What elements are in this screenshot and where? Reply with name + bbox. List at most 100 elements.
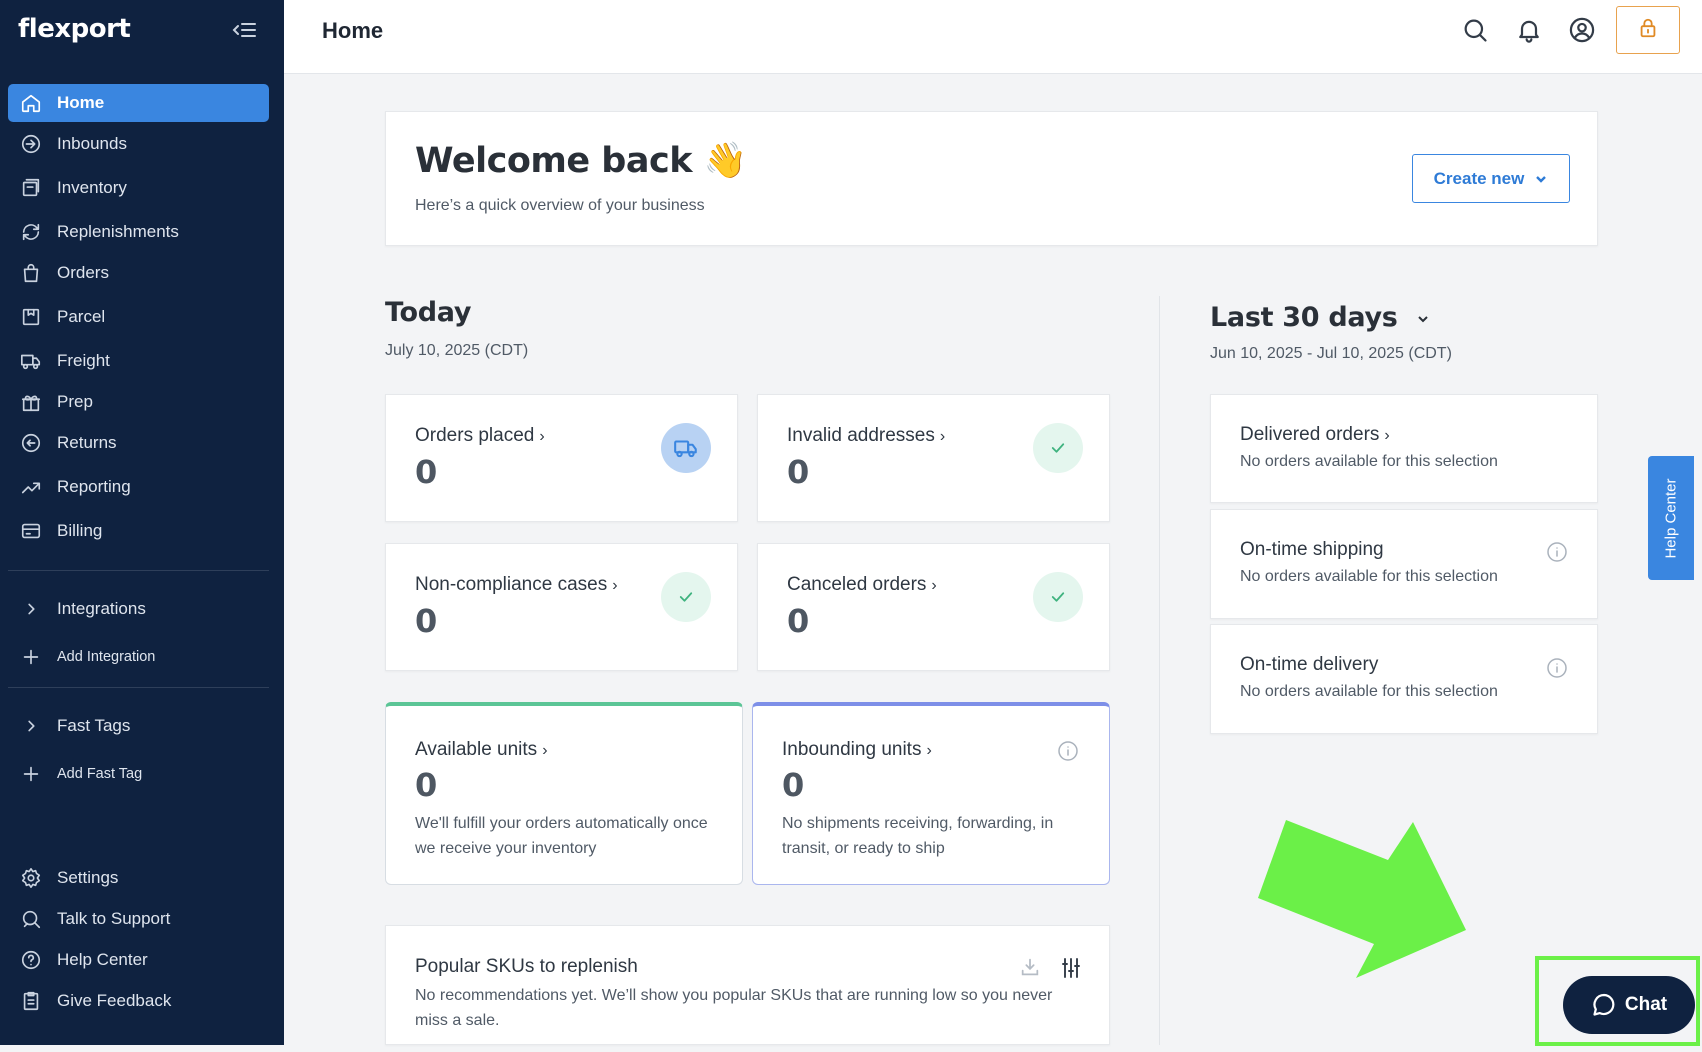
non-compliance-card[interactable]: Non-compliance cases › 0: [385, 543, 738, 671]
chat-label: Chat: [1624, 994, 1668, 1015]
stat-value: 0: [415, 602, 438, 640]
sidebar-item-label: Billing: [57, 521, 103, 540]
sidebar-item-label: Add Integration: [57, 649, 156, 665]
sidebar-item-inbounds[interactable]: Inbounds: [8, 125, 269, 163]
plus-icon: [19, 762, 43, 786]
sidebar-item-orders[interactable]: Orders: [8, 254, 269, 292]
plus-icon: [19, 645, 43, 669]
stat-label: Orders placed ›: [415, 425, 545, 446]
sidebar-item-billing[interactable]: Billing: [8, 512, 269, 550]
sidebar-item-label: Parcel: [57, 307, 106, 326]
available-units-card[interactable]: Available units › 0 We'll fulfill your or…: [385, 702, 743, 885]
sidebar-item-inventory[interactable]: Inventory: [8, 169, 269, 207]
sidebar-item-label: Replenishments: [57, 222, 179, 241]
last-30-days-dropdown[interactable]: Last 30 days: [1210, 302, 1431, 333]
stat-value: 0: [782, 766, 805, 804]
today-date: July 10, 2025 (CDT): [385, 342, 529, 359]
gear-icon: [19, 866, 43, 890]
sidebar-item-prep[interactable]: Prep: [8, 383, 269, 421]
sidebar-item-returns[interactable]: Returns: [8, 424, 269, 462]
sidebar-item-talk-to-support[interactable]: Talk to Support: [8, 900, 269, 938]
metric-title: On-time shipping: [1240, 539, 1384, 560]
stat-label: Inbounding units ›: [782, 739, 932, 760]
popular-skus-description: No recommendations yet. We’ll show you p…: [415, 987, 1053, 1029]
sidebar-item-label: Inbounds: [57, 134, 127, 153]
add-fast-tag-button[interactable]: Add Fast Tag: [8, 755, 269, 793]
sidebar-item-parcel[interactable]: Parcel: [8, 298, 269, 336]
info-icon[interactable]: [1546, 657, 1568, 679]
sidebar-item-freight[interactable]: Freight: [8, 342, 269, 380]
lock-button[interactable]: [1616, 6, 1680, 54]
sidebar-item-help-center[interactable]: Help Center: [8, 941, 269, 979]
popular-skus-card: Popular SKUs to replenish No recommendat…: [385, 925, 1110, 1045]
sidebar-item-settings[interactable]: Settings: [8, 859, 269, 897]
sidebar-item-label: Settings: [57, 868, 119, 887]
support-icon: [19, 907, 43, 931]
stat-label: Canceled orders ›: [787, 574, 937, 595]
stat-label: Available units ›: [415, 739, 548, 760]
create-new-button[interactable]: Create new: [1412, 154, 1570, 203]
canceled-orders-card[interactable]: Canceled orders › 0: [757, 543, 1110, 671]
column-divider: [1159, 296, 1160, 1045]
sidebar-item-label: Integrations: [57, 599, 146, 618]
truck-icon: [661, 423, 711, 473]
info-icon[interactable]: [1546, 541, 1568, 563]
welcome-title: Welcome back 👋: [415, 141, 747, 181]
sidebar-item-replenishments[interactable]: Replenishments: [8, 213, 269, 251]
sidebar-item-label: Reporting: [57, 477, 131, 496]
delivered-orders-card[interactable]: Delivered orders › No orders available fo…: [1210, 394, 1598, 503]
on-time-delivery-card: On-time delivery No orders available for…: [1210, 624, 1598, 734]
sidebar-item-home[interactable]: Home: [8, 84, 269, 122]
create-new-label: Create new: [1433, 168, 1525, 188]
annotation-arrow-icon: [1258, 820, 1466, 978]
bell-icon[interactable]: [1513, 14, 1545, 46]
help-center-tab[interactable]: Help Center: [1648, 456, 1694, 580]
sidebar-item-give-feedback[interactable]: Give Feedback: [8, 982, 269, 1020]
chat-button[interactable]: Chat: [1563, 976, 1695, 1034]
stat-value: 0: [787, 602, 810, 640]
check-icon: [1033, 423, 1083, 473]
sidebar-item-label: Fast Tags: [57, 716, 131, 735]
chevron-right-icon: [19, 714, 43, 738]
popular-skus-title: Popular SKUs to replenish: [415, 956, 638, 977]
flexport-logo[interactable]: flexport: [18, 14, 131, 44]
user-account-icon[interactable]: [1566, 14, 1598, 46]
sidebar-item-fast-tags[interactable]: Fast Tags: [8, 707, 269, 745]
search-icon[interactable]: [1459, 14, 1491, 46]
filter-sliders-icon[interactable]: [1059, 956, 1083, 985]
sidebar-item-label: Prep: [57, 392, 93, 411]
download-icon[interactable]: [1019, 956, 1041, 985]
stat-label: Invalid addresses ›: [787, 425, 946, 446]
sidebar-item-integrations[interactable]: Integrations: [8, 590, 269, 628]
chat-bubble-icon: [1593, 993, 1615, 1016]
info-icon[interactable]: [1057, 740, 1079, 762]
credit-card-icon: [19, 519, 43, 543]
sidebar-item-label: Help Center: [57, 950, 148, 969]
trend-icon: [19, 475, 43, 499]
sidebar-item-reporting[interactable]: Reporting: [8, 468, 269, 506]
stat-label: Non-compliance cases ›: [415, 574, 618, 595]
metric-subtitle: No orders available for this selection: [1240, 683, 1498, 700]
collapse-sidebar-icon[interactable]: [232, 18, 258, 42]
sidebar-item-label: Give Feedback: [57, 991, 172, 1010]
today-title: Today: [385, 297, 472, 328]
home-icon: [19, 91, 43, 115]
check-icon: [661, 572, 711, 622]
orders-placed-card[interactable]: Orders placed › 0: [385, 394, 738, 522]
last-30-days-title: Last 30 days: [1210, 302, 1398, 333]
metric-title: Delivered orders ›: [1240, 424, 1390, 445]
sidebar-item-label: Orders: [57, 263, 109, 282]
inventory-icon: [19, 176, 43, 200]
lock-icon: [1637, 17, 1659, 44]
add-integration-button[interactable]: Add Integration: [8, 638, 269, 676]
invalid-addresses-card[interactable]: Invalid addresses › 0: [757, 394, 1110, 522]
page-title: Home: [322, 18, 384, 43]
welcome-subtitle: Here’s a quick overview of your business: [415, 197, 705, 214]
refresh-icon: [19, 220, 43, 244]
inbounding-units-card[interactable]: Inbounding units › 0 No shipments receivi…: [752, 702, 1110, 885]
sidebar-item-label: Home: [57, 93, 105, 112]
stat-value: 0: [787, 453, 810, 491]
welcome-card: Welcome back 👋 Here’s a quick overview o…: [385, 111, 1598, 246]
inbounds-icon: [19, 132, 43, 156]
help-circle-icon: [19, 948, 43, 972]
